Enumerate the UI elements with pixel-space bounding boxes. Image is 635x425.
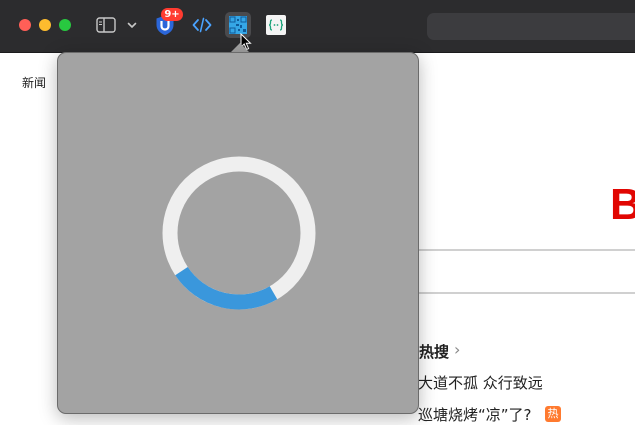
divider (419, 292, 635, 294)
site-logo[interactable]: B (610, 180, 635, 230)
hot-search-item[interactable]: 巡塘烧烤“凉”了? (418, 404, 532, 425)
chevron-down-icon[interactable] (126, 19, 138, 31)
hot-tag-badge: 热 (545, 406, 561, 422)
news-nav-link[interactable]: 新闻 (22, 74, 46, 91)
browser-toolbar: 9+ (0, 0, 635, 53)
popover-arrow (231, 43, 249, 52)
loading-spinner (162, 156, 316, 310)
divider (419, 249, 635, 251)
code-extension-icon[interactable] (191, 14, 213, 36)
address-bar[interactable] (427, 13, 635, 40)
sidebar-toggle-icon[interactable] (96, 17, 116, 33)
json-extension-icon[interactable] (265, 14, 287, 36)
close-window-button[interactable] (19, 19, 31, 31)
hot-search-arrow-icon[interactable]: › (454, 340, 460, 359)
extension-notification-badge: 9+ (161, 8, 183, 21)
zoom-window-button[interactable] (59, 19, 71, 31)
hot-search-title[interactable]: 热搜 (419, 341, 449, 362)
hot-search-item[interactable]: 大道不孤 众行致远 (418, 372, 543, 393)
minimize-window-button[interactable] (39, 19, 51, 31)
